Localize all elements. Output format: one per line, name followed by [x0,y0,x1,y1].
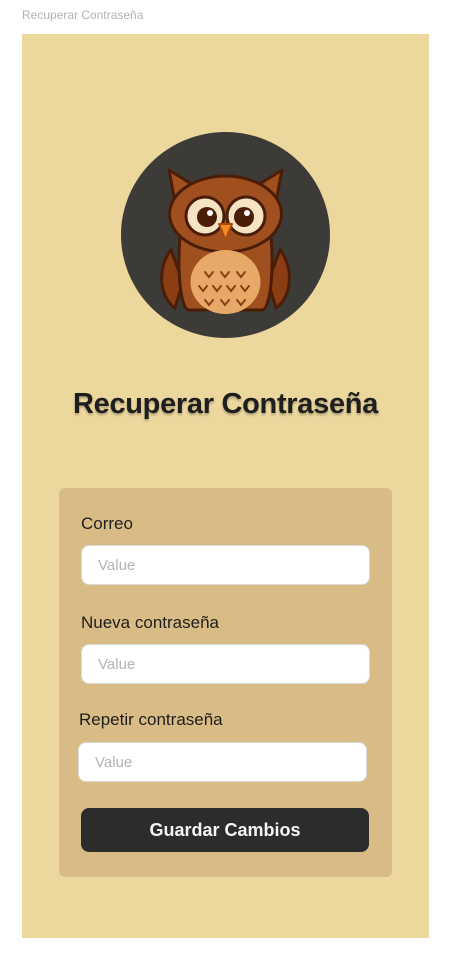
owl-icon [160,168,291,314]
password-reset-form: Correo Nueva contraseña Repetir contrase… [59,488,392,877]
new-password-field[interactable] [81,644,370,684]
frame-label: Recuperar Contraseña [22,8,144,22]
repeat-password-field[interactable] [78,742,367,782]
save-changes-button[interactable]: Guardar Cambios [81,808,369,852]
email-field[interactable] [81,545,370,585]
email-label: Correo [81,514,133,533]
new-password-label: Nueva contraseña [81,613,219,632]
page-title: Recuperar Contraseña [72,388,379,420]
repeat-password-label: Repetir contraseña [79,710,223,729]
avatar [121,132,330,338]
screen: Recuperar Contraseña Correo Nueva contra… [22,34,429,938]
